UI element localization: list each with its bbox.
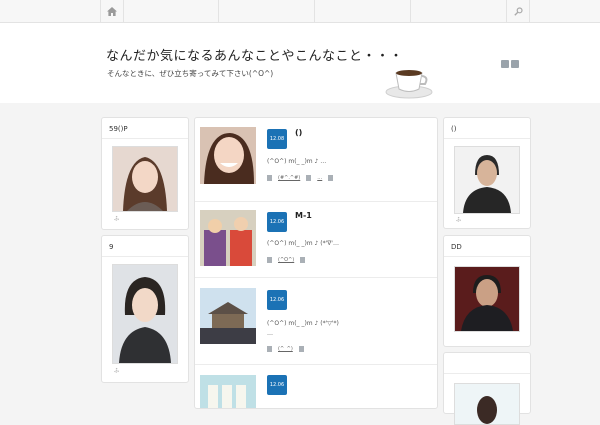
category-link[interactable]: (^_^) <box>278 346 293 352</box>
date-badge: 12.06 <box>267 290 287 310</box>
category-icon <box>267 346 272 352</box>
widget-title: () <box>451 125 457 133</box>
nav-divider <box>218 0 219 22</box>
profile-photo[interactable] <box>112 146 178 212</box>
widget-title: DD <box>451 243 462 251</box>
twitter-icon[interactable] <box>511 60 519 68</box>
profile-photo[interactable] <box>112 264 178 364</box>
post-thumbnail[interactable] <box>200 375 256 408</box>
post-title[interactable]: M-1 <box>295 211 312 220</box>
post-thumbnail[interactable] <box>200 127 256 184</box>
post-item: 12.06 M-1 (^O^) m(_ _)m ♪ (*'∇'… (^O^) <box>195 202 437 278</box>
divider <box>444 256 530 257</box>
profile-photo[interactable] <box>454 383 520 425</box>
post-excerpt: (^O^) m(_ _)m ♪ (*'▽'*) <box>267 320 339 327</box>
nav-divider <box>314 0 315 22</box>
rss-icon[interactable] <box>501 60 509 68</box>
social-links <box>501 60 519 68</box>
photo-caption: ふ <box>456 217 462 223</box>
post-excerpt-continued: … <box>267 330 273 337</box>
comment-icon[interactable] <box>298 346 304 352</box>
post-item: 12.06 <box>195 365 437 408</box>
left-widget: 59()P ふ <box>101 117 189 230</box>
right-widget: DD <box>443 235 531 347</box>
right-widget <box>443 352 531 425</box>
post-meta: (^_^) <box>267 346 304 352</box>
divider <box>444 373 530 374</box>
site-title[interactable]: なんだか気になるあんなことやこんなこと・・・ <box>106 45 403 64</box>
profile-photo[interactable] <box>454 146 520 214</box>
date-badge: 12.08 <box>267 129 287 149</box>
site-description: そんなときに、ぜひ立ち寄ってみて下さい(^O^) <box>107 69 274 78</box>
post-excerpt: (^O^) m(_ _)m ♪ … <box>267 158 327 165</box>
photo-caption: ふ <box>114 368 120 374</box>
post-meta: (#^.^#) … <box>267 175 334 181</box>
comment-icon[interactable] <box>328 175 334 181</box>
photo-caption: ふ <box>114 216 120 222</box>
top-navigation <box>0 0 600 23</box>
post-meta: (^O^) <box>267 257 306 263</box>
post-item: 12.06 (^O^) m(_ _)m ♪ (*'▽'*) … (^_^) <box>195 278 437 365</box>
right-widget: () ふ <box>443 117 531 229</box>
nav-divider <box>410 0 411 22</box>
divider <box>102 256 188 257</box>
date-badge: 12.06 <box>267 212 287 232</box>
divider <box>102 138 188 139</box>
post-item: 12.08 () (^O^) m(_ _)m ♪ … (#^.^#) … <box>195 118 437 202</box>
post-title[interactable]: () <box>295 128 302 137</box>
profile-photo[interactable] <box>454 266 520 332</box>
nav-divider <box>123 0 124 22</box>
post-thumbnail[interactable] <box>200 288 256 344</box>
search-button[interactable] <box>507 0 529 22</box>
left-widget: 9 ふ <box>101 235 189 383</box>
post-thumbnail[interactable] <box>200 210 256 266</box>
tag-icon <box>306 175 312 181</box>
nav-divider <box>529 0 530 22</box>
home-icon <box>107 6 117 16</box>
tag-link[interactable]: … <box>317 175 322 181</box>
divider <box>444 138 530 139</box>
widget-title: 9 <box>109 243 114 251</box>
home-button[interactable] <box>101 0 123 22</box>
category-link[interactable]: (#^.^#) <box>278 175 300 181</box>
coffee-cup-image <box>385 70 433 99</box>
category-icon <box>267 257 272 263</box>
category-link[interactable]: (^O^) <box>278 257 294 263</box>
search-icon <box>513 6 523 16</box>
widget-title: 59()P <box>109 125 128 133</box>
post-list: 12.08 () (^O^) m(_ _)m ♪ … (#^.^#) … 12.… <box>194 117 438 409</box>
category-icon <box>267 175 272 181</box>
comment-icon[interactable] <box>300 257 306 263</box>
post-excerpt: (^O^) m(_ _)m ♪ (*'∇'… <box>267 240 339 247</box>
date-badge: 12.06 <box>267 375 287 395</box>
site-header: なんだか気になるあんなことやこんなこと・・・ そんなときに、ぜひ立ち寄ってみて下… <box>0 23 600 103</box>
